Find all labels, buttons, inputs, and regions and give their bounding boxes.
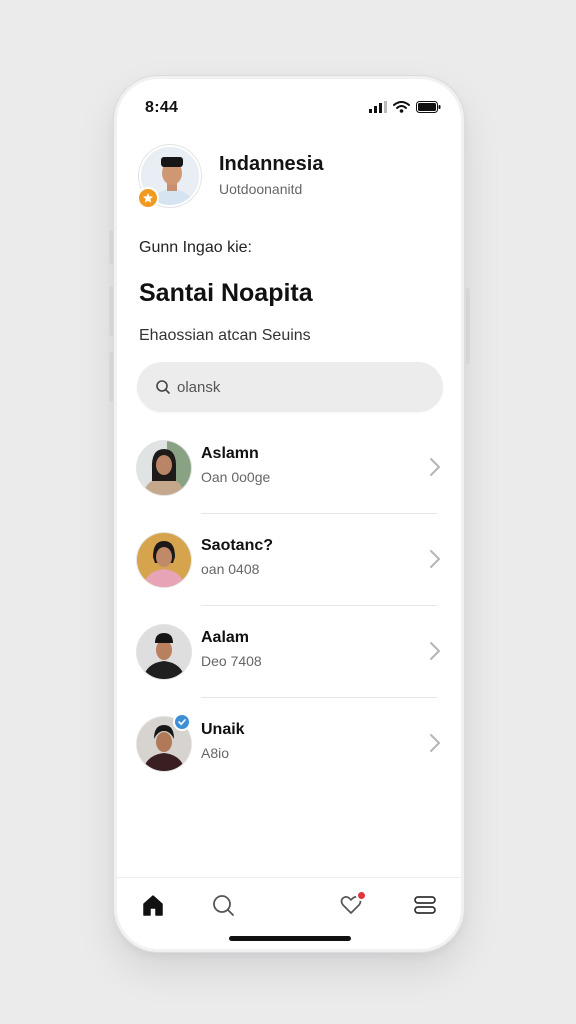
greeting-text: Gunn Ingao kie:: [139, 239, 252, 256]
search-bar[interactable]: [137, 362, 443, 412]
side-button-left-2: [109, 286, 113, 336]
star-badge-icon: [137, 187, 159, 209]
side-button-left-3: [109, 352, 113, 402]
chevron-right-icon[interactable]: [429, 733, 441, 753]
home-icon: [143, 895, 163, 916]
divider: [201, 697, 437, 698]
search-input[interactable]: [177, 378, 417, 396]
profile-subtitle: Uotdoonanitd: [219, 181, 303, 197]
person-avatar-icon: [137, 625, 191, 679]
chevron-right-icon[interactable]: [429, 457, 441, 477]
contact-row[interactable]: Unaik A8io: [137, 713, 443, 775]
contact-name: Unaik: [201, 721, 245, 738]
divider: [201, 605, 437, 606]
profile-name: Indannesia: [219, 153, 324, 175]
chevron-right-icon[interactable]: [429, 641, 441, 661]
contact-meta: A8io: [201, 745, 230, 761]
tab-home[interactable]: [137, 890, 169, 920]
contact-meta: oan 0408: [201, 561, 260, 577]
divider: [201, 513, 437, 514]
contact-avatar: [137, 533, 191, 587]
contact-name: Saotanc?: [201, 537, 274, 554]
tab-search[interactable]: [207, 890, 239, 920]
notification-dot: [356, 890, 367, 901]
status-time: 8:44: [145, 99, 179, 116]
tab-favorites[interactable]: [335, 890, 367, 920]
tab-menu[interactable]: [409, 890, 441, 920]
wifi-icon: [393, 101, 410, 113]
contact-avatar: [137, 625, 191, 679]
side-button-left-1: [109, 230, 113, 264]
chevron-right-icon[interactable]: [429, 549, 441, 569]
contact-name: Aslamn: [201, 445, 259, 462]
contact-avatar: [137, 441, 191, 495]
signal-icon: [369, 101, 387, 113]
battery-icon: [416, 101, 441, 113]
person-avatar-icon: [137, 441, 191, 495]
home-indicator[interactable]: [229, 936, 351, 941]
phone-frame: 8:44 Indannesia Uotdoonanitd Gunn Ingao …: [114, 76, 464, 952]
search-icon: [213, 895, 234, 916]
description-text: Ehaossian atcan Seuins: [139, 327, 311, 344]
search-icon: [156, 380, 170, 394]
contact-row[interactable]: Saotanc? oan 0408: [137, 529, 443, 591]
contact-meta: Oan 0o0ge: [201, 469, 271, 485]
contact-meta: Deo 7408: [201, 653, 262, 669]
menu-icon: [414, 896, 436, 914]
contact-name: Aalam: [201, 629, 250, 646]
status-icons: [369, 101, 441, 113]
contact-row[interactable]: Aalam Deo 7408: [137, 621, 443, 683]
side-button-right: [466, 288, 470, 364]
tab-bar: [117, 877, 461, 949]
verified-badge-icon: [173, 713, 191, 731]
person-avatar-icon: [137, 533, 191, 587]
page-title: Santai Noapita: [139, 279, 313, 307]
contact-row[interactable]: Aslamn Oan 0o0ge: [137, 437, 443, 499]
